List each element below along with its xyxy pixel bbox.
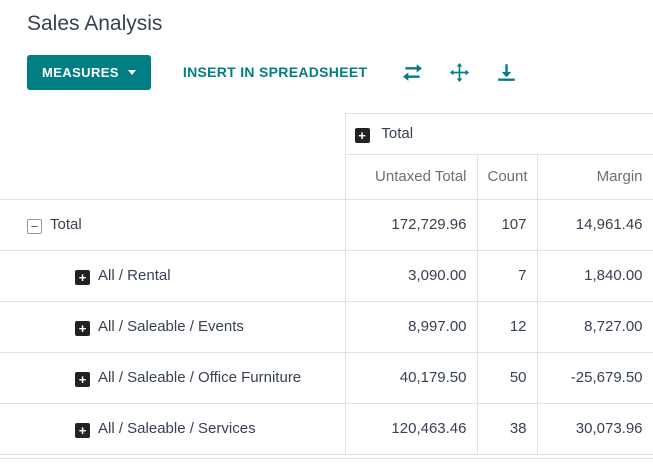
- value-cell: 1,840.00: [536, 250, 653, 302]
- column-header-margin[interactable]: Margin: [536, 154, 653, 200]
- column-group-header[interactable]: + Total: [344, 113, 653, 155]
- measures-row: Untaxed Total Count Margin: [0, 154, 653, 200]
- value-cell: 172,729.96: [344, 199, 478, 251]
- table-bottom-border: [0, 458, 653, 459]
- caret-down-icon: [127, 69, 136, 75]
- table-row: + All / Saleable / Services 120,463.46 38 30…: [0, 403, 653, 455]
- insert-in-spreadsheet-button[interactable]: INSERT IN SPREADSHEET: [183, 64, 367, 80]
- value-cell: 8,997.00: [344, 301, 478, 353]
- column-header-count[interactable]: Count: [476, 154, 538, 200]
- value-cell: 8,727.00: [536, 301, 653, 353]
- value-cell: 12: [476, 301, 538, 353]
- value-cell: 30,073.96: [536, 403, 653, 455]
- value-cell: 3,090.00: [344, 250, 478, 302]
- table-row: + All / Saleable / Events 8,997.00 12 8,727.…: [0, 301, 653, 353]
- row-label: All / Saleable / Office Furniture: [98, 369, 302, 386]
- expand-icon[interactable]: +: [75, 270, 90, 285]
- corner-cell: [0, 113, 345, 155]
- app: Sales Analysis MEASURES INSERT IN SPREAD…: [0, 10, 653, 459]
- value-cell: 120,463.46: [344, 403, 478, 455]
- measures-label: MEASURES: [42, 64, 119, 80]
- measures-button[interactable]: MEASURES: [27, 54, 151, 90]
- value-cell: 14,961.46: [536, 199, 653, 251]
- value-cell: 7: [476, 250, 538, 302]
- expand-icon[interactable]: +: [75, 321, 90, 336]
- row-header-cell[interactable]: + All / Saleable / Events: [0, 301, 346, 353]
- value-cell: 107: [476, 199, 538, 251]
- row-header-cell[interactable]: − Total: [0, 199, 346, 251]
- row-header-cell[interactable]: + All / Saleable / Services: [0, 403, 346, 455]
- row-label: All / Saleable / Events: [98, 318, 244, 335]
- row-header-cell[interactable]: + All / Rental: [0, 250, 346, 302]
- expand-icon[interactable]: +: [354, 128, 370, 143]
- column-group-label: Total: [381, 125, 414, 142]
- flip-axis-icon[interactable]: [403, 63, 423, 82]
- row-label: All / Rental: [98, 267, 171, 284]
- collapse-icon[interactable]: −: [27, 219, 42, 234]
- value-cell: -25,679.50: [536, 352, 653, 404]
- pivot-body: − Total 172,729.96 107 14,961.46 + All / Renta…: [0, 199, 653, 455]
- table-row: + All / Saleable / Office Furniture 40,179…: [0, 352, 653, 404]
- pivot-table: + Total Untaxed Total Count Margin − Tota…: [0, 113, 653, 455]
- toolbar: MEASURES INSERT IN SPREADSHEET: [27, 54, 653, 90]
- corner-cell: [0, 154, 345, 200]
- expand-all-icon[interactable]: [450, 62, 470, 82]
- row-label: Total: [50, 216, 82, 233]
- row-label: All / Saleable / Services: [98, 420, 256, 437]
- row-header-cell[interactable]: + All / Saleable / Office Furniture: [0, 352, 346, 404]
- pivot-action-icons: [403, 62, 516, 82]
- expand-icon[interactable]: +: [75, 423, 90, 438]
- page-title: Sales Analysis: [27, 12, 163, 35]
- column-group-row: + Total: [0, 113, 653, 155]
- expand-icon[interactable]: +: [75, 372, 90, 387]
- download-icon[interactable]: [497, 63, 516, 82]
- column-header-untaxed-total[interactable]: Untaxed Total: [344, 154, 478, 200]
- table-row: − Total 172,729.96 107 14,961.46: [0, 199, 653, 251]
- table-row: + All / Rental 3,090.00 7 1,840.00: [0, 250, 653, 302]
- value-cell: 50: [476, 352, 538, 404]
- value-cell: 40,179.50: [344, 352, 478, 404]
- value-cell: 38: [476, 403, 538, 455]
